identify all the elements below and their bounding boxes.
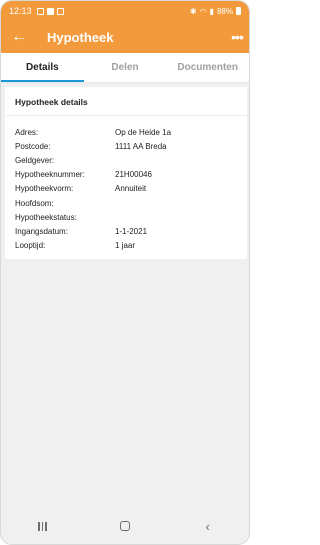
home-icon: [119, 521, 130, 531]
home-button[interactable]: [105, 508, 145, 544]
detail-value: 21H00046: [115, 170, 152, 180]
details-card: Hypotheek details Adres: Op de Heide 1a …: [5, 87, 247, 259]
card-title: Hypotheek details: [15, 97, 88, 107]
battery-percent: 88%: [216, 6, 233, 16]
system-nav-bar: ‹: [1, 508, 249, 544]
recent-apps-icon: [38, 521, 47, 531]
phone-frame: 12:13 ✱ ◠ ▮ 88% ← Hypotheek ••• Details …: [0, 0, 250, 545]
detail-label: Geldgever:: [15, 155, 55, 165]
detail-label: Adres:: [15, 127, 39, 137]
detail-row-hoofdsom: Hoofdsom:: [15, 196, 241, 210]
image-icon: [36, 7, 44, 15]
tab-details[interactable]: Details: [1, 53, 84, 82]
page-title: Hypotheek: [47, 29, 114, 45]
detail-value: 1-1-2021: [115, 226, 148, 236]
tab-documenten[interactable]: Documenten: [166, 53, 249, 82]
detail-row-postcode: Postcode: 1111 AA Breda: [15, 139, 241, 153]
detail-row-adres: Adres: Op de Heide 1a: [15, 125, 241, 139]
detail-label: Ingangsdatum:: [15, 226, 68, 236]
tab-delen[interactable]: Delen: [84, 53, 167, 82]
detail-label: Hypotheekstatus:: [15, 212, 77, 222]
more-dots-icon: •••: [231, 29, 244, 45]
details-list: Adres: Op de Heide 1a Postcode: 1111 AA …: [15, 125, 241, 253]
wifi-icon: ◠: [199, 6, 207, 16]
detail-label: Looptijd:: [15, 241, 46, 251]
back-button[interactable]: ←: [1, 21, 37, 53]
tab-bar: Details Delen Documenten: [1, 53, 249, 83]
status-bar: 12:13 ✱ ◠ ▮ 88%: [1, 1, 249, 21]
detail-label: Hoofdsom:: [15, 198, 54, 208]
detail-value: Annuiteit: [115, 184, 147, 194]
app-icon: [46, 7, 54, 15]
detail-label: Hypotheekvorm:: [15, 184, 74, 194]
detail-row-looptijd: Looptijd: 1 jaar: [15, 239, 241, 253]
check-icon: [56, 7, 64, 15]
detail-row-hypotheeknummer: Hypotheeknummer: 21H00046: [15, 168, 241, 182]
detail-value: 1 jaar: [115, 241, 136, 251]
status-right: ✱ ◠ ▮ 88%: [190, 7, 241, 16]
signal-icon: ▮: [209, 6, 214, 16]
detail-row-geldgever: Geldgever:: [15, 153, 241, 167]
bluetooth-icon: ✱: [189, 6, 197, 16]
detail-label: Postcode:: [15, 141, 51, 151]
detail-row-hypotheekvorm: Hypotheekvorm: Annuiteit: [15, 182, 241, 196]
system-back-button[interactable]: ‹: [188, 508, 228, 544]
detail-value: Op de Heide 1a: [115, 127, 172, 137]
app-bar: ← Hypotheek •••: [1, 21, 249, 53]
recent-apps-button[interactable]: [22, 508, 62, 544]
status-left: 12:13: [9, 6, 64, 16]
back-arrow-icon: ←: [11, 28, 27, 45]
detail-label: Hypotheeknummer:: [15, 170, 85, 180]
battery-icon: [236, 7, 241, 15]
chevron-left-icon: ‹: [205, 518, 210, 534]
detail-row-hypotheekstatus: Hypotheekstatus:: [15, 210, 241, 224]
more-options-button[interactable]: •••: [225, 21, 249, 53]
detail-value: 1111 AA Breda: [115, 141, 167, 151]
card-divider: [5, 115, 247, 116]
status-time: 12:13: [9, 6, 32, 16]
detail-row-ingangsdatum: Ingangsdatum: 1-1-2021: [15, 224, 241, 238]
